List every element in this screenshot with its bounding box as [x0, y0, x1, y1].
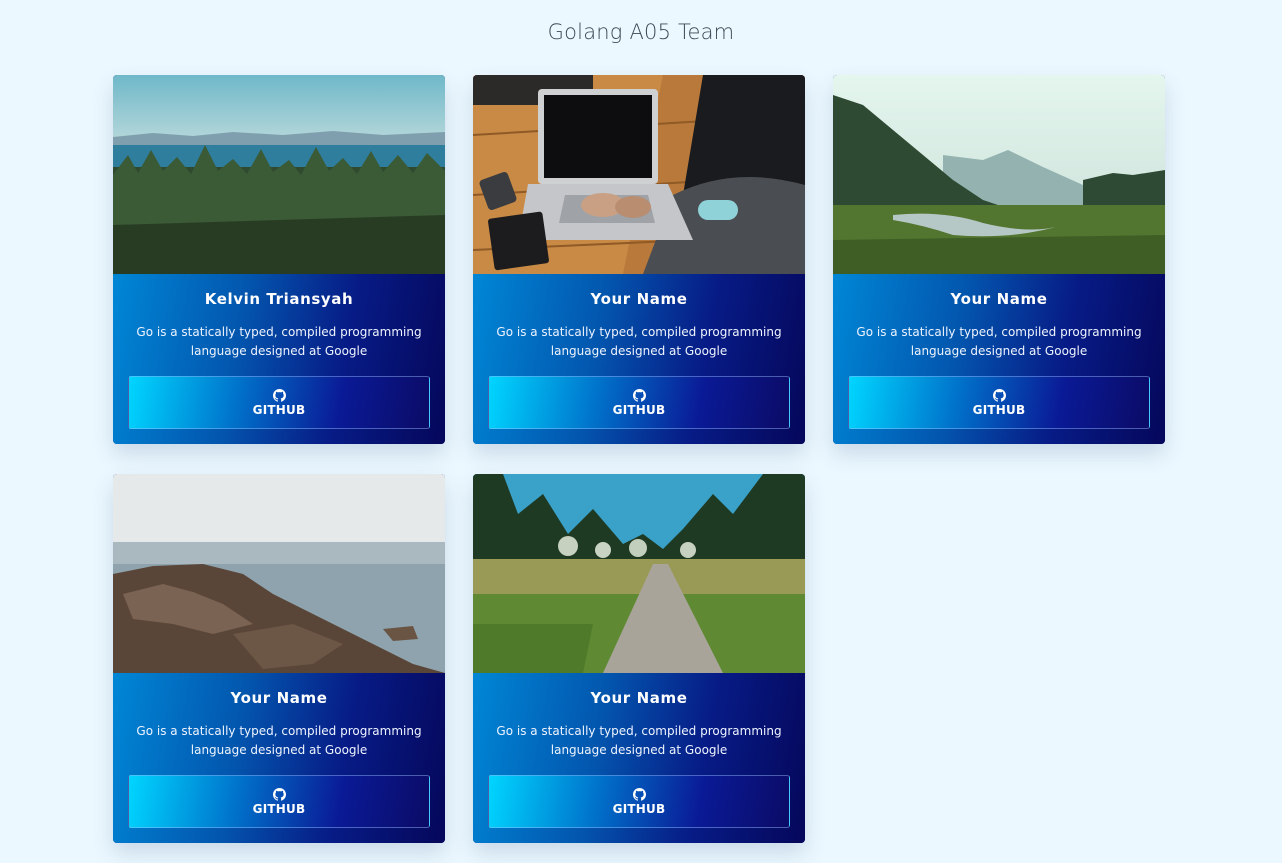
member-description: Go is a statically typed, compiled progr…	[856, 325, 1142, 358]
river-valley-photo	[833, 75, 1165, 274]
github-button-label: GITHUB	[612, 402, 666, 417]
forest-lake-photo	[113, 75, 445, 274]
laptop-desk-photo	[473, 75, 805, 274]
github-button[interactable]: GITHUB	[488, 376, 790, 429]
github-button[interactable]: GITHUB	[848, 376, 1150, 429]
card-body: Kelvin Triansyah Go is a statically type…	[113, 274, 445, 444]
member-description: Go is a statically typed, compiled progr…	[496, 325, 782, 358]
github-button[interactable]: GITHUB	[128, 376, 430, 429]
github-button[interactable]: GITHUB	[128, 775, 430, 828]
member-name: Your Name	[230, 689, 328, 707]
team-grid: Kelvin Triansyah Go is a statically type…	[113, 75, 1165, 843]
team-card: Your Name Go is a statically typed, comp…	[833, 75, 1165, 444]
github-icon	[272, 388, 286, 402]
member-name: Your Name	[950, 290, 1048, 308]
card-body: Your Name Go is a statically typed, comp…	[473, 274, 805, 444]
github-icon	[272, 787, 286, 801]
github-button-label: GITHUB	[252, 402, 306, 417]
page-title: Golang A05 Team	[547, 20, 735, 44]
team-card: Your Name Go is a statically typed, comp…	[113, 474, 445, 843]
github-button[interactable]: GITHUB	[488, 775, 790, 828]
team-card: Your Name Go is a statically typed, comp…	[473, 75, 805, 444]
github-button-label: GITHUB	[612, 801, 666, 816]
member-description: Go is a statically typed, compiled progr…	[136, 325, 422, 358]
member-description: Go is a statically typed, compiled progr…	[496, 724, 782, 757]
member-description: Go is a statically typed, compiled progr…	[136, 724, 422, 757]
github-icon	[992, 388, 1006, 402]
card-body: Your Name Go is a statically typed, comp…	[473, 673, 805, 843]
member-name: Kelvin Triansyah	[204, 290, 354, 308]
member-name: Your Name	[590, 689, 688, 707]
member-name: Your Name	[590, 290, 688, 308]
meadow-path-photo	[473, 474, 805, 673]
github-icon	[632, 787, 646, 801]
team-card: Kelvin Triansyah Go is a statically type…	[113, 75, 445, 444]
page: Golang A05 Team Kelvin Triansyah Go is a…	[0, 0, 1282, 863]
card-body: Your Name Go is a statically typed, comp…	[113, 673, 445, 843]
team-card: Your Name Go is a statically typed, comp…	[473, 474, 805, 843]
github-icon	[632, 388, 646, 402]
rocky-shore-photo	[113, 474, 445, 673]
github-button-label: GITHUB	[972, 402, 1026, 417]
github-button-label: GITHUB	[252, 801, 306, 816]
card-body: Your Name Go is a statically typed, comp…	[833, 274, 1165, 444]
